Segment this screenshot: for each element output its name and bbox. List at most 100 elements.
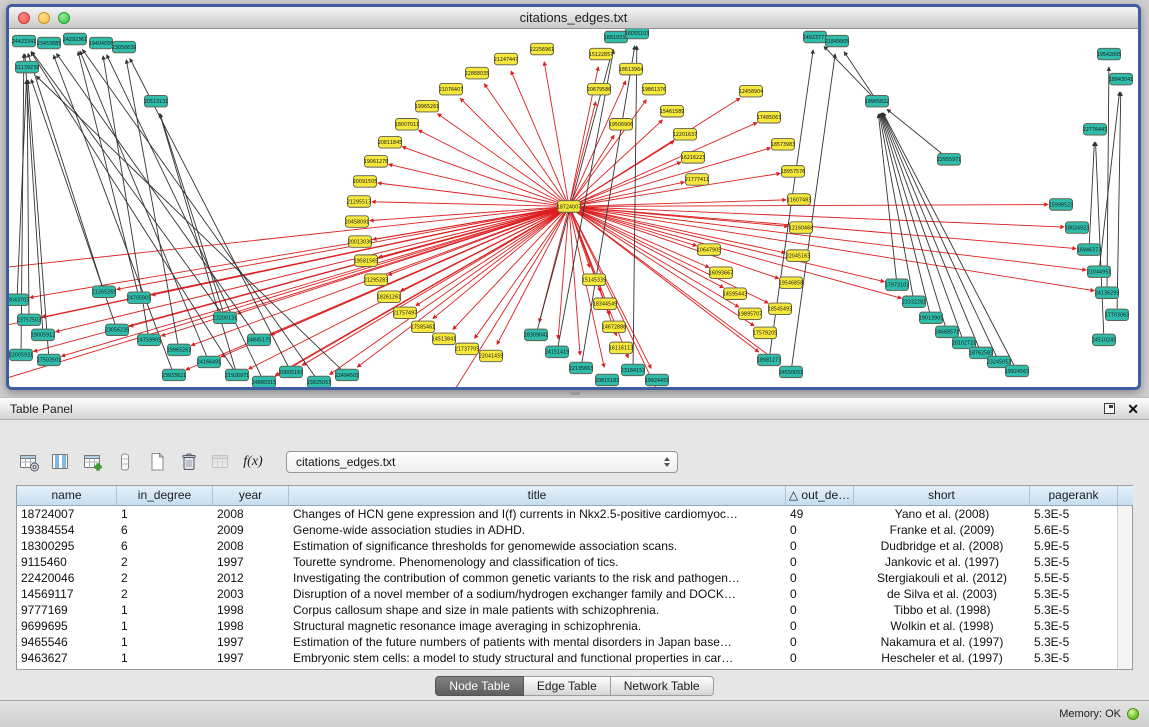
network-node[interactable]: 20013036 [348,236,372,248]
network-node[interactable]: 21295513 [347,196,371,208]
table-mode-icon[interactable] [16,450,42,474]
new-column-icon[interactable] [80,450,106,474]
network-node[interactable]: 22776443 [1083,124,1107,136]
function-builder-icon[interactable]: f(x) [240,450,266,474]
tab-edge-table[interactable]: Edge Table [524,676,611,696]
column-header-year[interactable]: year [213,486,289,505]
network-node[interactable]: 21076407 [439,83,463,95]
network-node[interactable]: 18957576 [781,166,805,178]
network-node[interactable]: 20815183 [595,374,619,386]
network-node[interactable]: 21247447 [494,53,518,65]
window-titlebar[interactable]: citations_edges.txt [9,7,1138,29]
network-node[interactable]: 18613964 [619,63,643,75]
table-row[interactable]: 946554611997Estimation of the future num… [17,634,1117,650]
network-node[interactable]: 23757503 [17,314,41,326]
network-node[interactable]: 24759905 [137,334,161,346]
network-node[interactable]: 24136293 [1095,287,1119,299]
network-node[interactable]: 24705905 [127,292,151,304]
network-node[interactable]: 20513131 [144,95,168,107]
table-row[interactable]: 1830029562008Estimation of significance … [17,538,1117,554]
network-node[interactable]: 19965822 [865,95,889,107]
column-header-title[interactable]: title [289,486,786,505]
network-node[interactable]: 18981273 [757,354,781,366]
network-node[interactable]: 19404056 [89,37,113,49]
network-node[interactable]: 21777411 [685,174,709,186]
network-node[interactable]: 24166491 [197,356,221,368]
table-row[interactable]: 2242004622012Investigating the contribut… [17,570,1117,586]
network-node[interactable]: 23184153 [621,364,645,376]
network-node[interactable]: 20091505 [353,176,377,188]
table-row[interactable]: 977716911998Corpus callosum shape and si… [17,602,1117,618]
float-panel-icon[interactable] [1104,403,1115,414]
column-header-out_de[interactable]: △ out_de… [786,486,854,505]
network-node[interactable]: 24151419 [545,346,569,358]
network-node[interactable]: 19895707 [738,308,762,320]
network-node[interactable]: 20811845 [378,137,402,149]
network-node[interactable]: 22494505 [335,369,359,381]
network-node[interactable]: 19061278 [364,156,388,168]
column-header-short[interactable]: short [854,486,1030,505]
network-node[interactable]: 17503501 [37,354,61,366]
tab-network-table[interactable]: Network Table [611,676,714,696]
table-row[interactable]: 969969511998Structural magnetic resonanc… [17,618,1117,634]
network-node[interactable]: 22041459 [479,350,503,362]
network-node[interactable]: 19542005 [1097,48,1121,60]
network-node[interactable]: 20679586 [587,83,611,95]
network-node[interactable]: 23056235 [105,324,129,336]
panel-splitter[interactable] [0,390,1149,397]
network-node[interactable]: 24510245 [1092,334,1116,346]
network-node[interactable]: 21926971 [225,369,249,381]
network-node[interactable]: 24292361 [63,33,87,45]
network-node[interactable]: 18943041 [1109,73,1133,85]
network-node[interactable]: 12458904 [739,85,763,97]
network-node[interactable]: 18043703 [9,294,29,306]
network-node[interactable]: 22045163 [786,250,810,262]
network-canvas[interactable]: 1872400722256961212474472286803521076407… [9,29,1138,387]
network-node[interactable]: 17973103 [885,279,909,291]
network-node[interactable]: 22955971 [937,154,961,166]
network-node[interactable]: 19965263 [167,344,191,356]
table-selector-dropdown[interactable]: citations_edges.txt [286,451,678,473]
close-panel-icon[interactable]: ✕ [1127,402,1139,416]
network-node[interactable]: 22005931 [9,349,33,361]
column-header-pagerank[interactable]: pagerank [1030,486,1118,505]
network-node[interactable]: 19005912 [31,329,55,341]
network-node[interactable]: 23332281 [902,296,926,308]
network-node[interactable]: 23056639 [112,41,136,53]
network-node[interactable]: 22135663 [569,362,593,374]
network-node[interactable]: 14672886 [602,321,626,333]
network-node[interactable]: 19965261 [415,100,439,112]
table-row[interactable]: 1872400712008Changes of HCN gene express… [17,506,1117,522]
network-node[interactable]: 21757497 [393,307,417,319]
network-node[interactable]: 16946373 [1077,244,1101,256]
network-node[interactable]: 23933821 [162,369,186,381]
network-node[interactable]: 21044951 [1087,266,1111,278]
network-node[interactable]: 11607483 [787,194,811,206]
network-node[interactable]: 21737705 [455,343,479,355]
minimize-button[interactable] [38,12,50,24]
table-row[interactable]: 911546021997Tourette syndrome. Phenomeno… [17,554,1117,570]
network-node[interactable]: 18007011 [395,119,419,131]
network-node[interactable]: 18344549 [593,298,617,310]
network-node[interactable]: 20458091 [345,216,369,228]
network-node[interactable]: 18545493 [768,303,792,315]
network-node[interactable]: 14513841 [432,333,456,345]
network-node[interactable]: 15461589 [660,105,684,117]
network-node[interactable]: 19581569 [354,255,378,267]
zoom-button[interactable] [58,12,70,24]
network-node[interactable]: 24423341 [12,35,36,47]
network-node[interactable]: 18024923 [1065,222,1089,234]
network-node[interactable]: 16216223 [681,152,705,164]
table-row[interactable]: 1938455462009Genome-wide association stu… [17,522,1117,538]
network-node[interactable]: 17579205 [753,327,777,339]
delete-table-icon[interactable] [176,450,202,474]
network-node[interactable]: 19924563 [1005,365,1029,377]
network-node[interactable]: 16055103 [625,29,649,39]
network-node[interactable]: 18573983 [771,139,795,151]
network-node[interactable]: 21849905 [825,35,849,47]
column-header-in_degree[interactable]: in_degree [117,486,213,505]
network-node[interactable]: 15122857 [589,48,613,60]
network-node[interactable]: 18261261 [377,291,401,303]
network-node[interactable]: 24845175 [247,334,271,346]
network-node[interactable]: 19861376 [642,83,666,95]
